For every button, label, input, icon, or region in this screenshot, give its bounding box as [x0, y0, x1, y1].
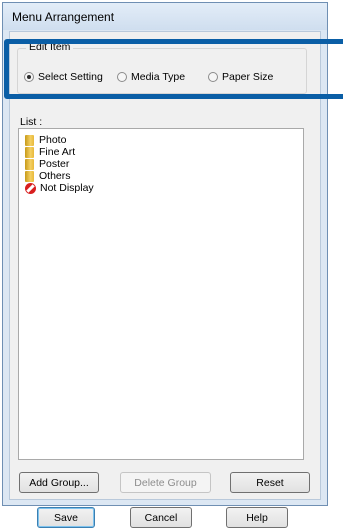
list-item-label: Photo	[39, 134, 67, 146]
dialog-body: Edit Item Select Setting Media Type Pape…	[9, 31, 321, 528]
title-bar[interactable]: Menu Arrangement	[3, 3, 327, 30]
list-item-fine-art[interactable]: Fine Art	[25, 146, 75, 158]
window-title: Menu Arrangement	[12, 10, 115, 24]
folder-icon	[25, 146, 34, 158]
folder-icon	[25, 170, 34, 182]
folder-icon	[25, 158, 34, 170]
help-button[interactable]: Help	[226, 507, 288, 528]
delete-group-button[interactable]: Delete Group	[120, 472, 211, 493]
list-item-label: Poster	[39, 158, 70, 170]
cancel-button[interactable]: Cancel	[130, 507, 192, 528]
save-button[interactable]: Save	[37, 507, 95, 528]
list-item-label: Not Display	[40, 182, 94, 194]
folder-icon	[25, 134, 34, 146]
reset-button[interactable]: Reset	[230, 472, 310, 493]
list-label: List :	[20, 116, 43, 128]
list-item-not-display[interactable]: Not Display	[25, 182, 94, 194]
no-entry-icon	[25, 182, 36, 194]
list-item-poster[interactable]: Poster	[25, 158, 69, 170]
list-item-others[interactable]: Others	[25, 170, 71, 182]
list-item-label: Others	[39, 170, 71, 182]
list-item-label: Fine Art	[39, 146, 76, 158]
list-item-photo[interactable]: Photo	[25, 134, 66, 146]
menu-list[interactable]: Photo Fine Art Poster Others Not Display	[18, 128, 304, 460]
edit-item-highlight-box	[4, 39, 343, 99]
add-group-button[interactable]: Add Group...	[19, 472, 99, 493]
